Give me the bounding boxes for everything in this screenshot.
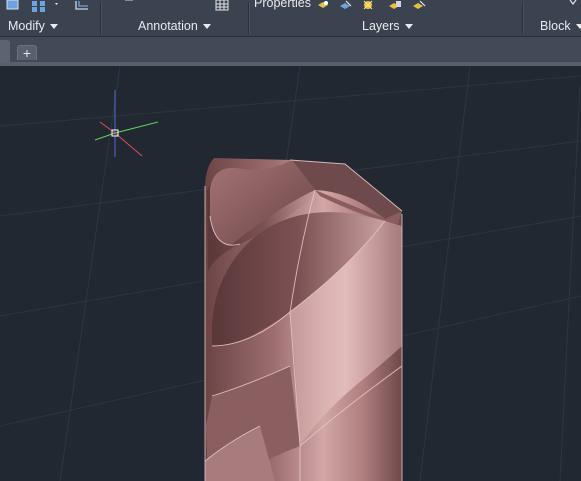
panel-layers-title[interactable]: Layers — [362, 17, 413, 35]
panel-annotation-label: Annotation — [138, 19, 198, 33]
chevron-down-icon — [404, 24, 413, 29]
layer-lock-icon[interactable] — [389, 1, 401, 9]
panel-layers-label: Layers — [362, 19, 400, 33]
chevron-down-icon — [49, 24, 58, 29]
chevron-down-icon — [575, 24, 581, 29]
drawing-viewport[interactable] — [0, 66, 581, 481]
ribbon: Properties Modify Annotation Layers Bloc… — [0, 0, 581, 37]
insert-block-icon[interactable] — [569, 0, 577, 5]
panel-modify-title[interactable]: Modify — [8, 17, 58, 35]
panel-divider — [522, 2, 523, 34]
panel-annotation-title[interactable]: Annotation — [138, 17, 211, 35]
new-tab-button[interactable]: + — [17, 45, 37, 61]
panel-divider — [100, 2, 101, 34]
layer-freeze-icon[interactable] — [363, 0, 373, 10]
panel-divider — [248, 2, 249, 34]
layer-state-icon[interactable] — [318, 1, 328, 8]
table-icon[interactable] — [215, 0, 229, 11]
panel-modify-label: Modify — [8, 19, 45, 33]
panel-block-label: Block — [540, 19, 571, 33]
array-icon[interactable] — [32, 1, 58, 12]
layer-isolate-icon[interactable] — [413, 0, 426, 9]
offset-icon[interactable] — [75, 1, 88, 10]
drawing-tab[interactable] — [0, 40, 10, 63]
file-tab-bar: + — [0, 37, 581, 63]
ucs-icon — [94, 90, 159, 157]
drill-bit-model[interactable] — [204, 158, 403, 481]
panel-block-title[interactable]: Block — [540, 17, 581, 35]
properties-button[interactable]: Properties — [254, 0, 311, 10]
move-icon[interactable] — [6, 0, 19, 10]
chevron-down-icon — [202, 24, 211, 29]
layer-match-icon[interactable] — [340, 0, 352, 9]
